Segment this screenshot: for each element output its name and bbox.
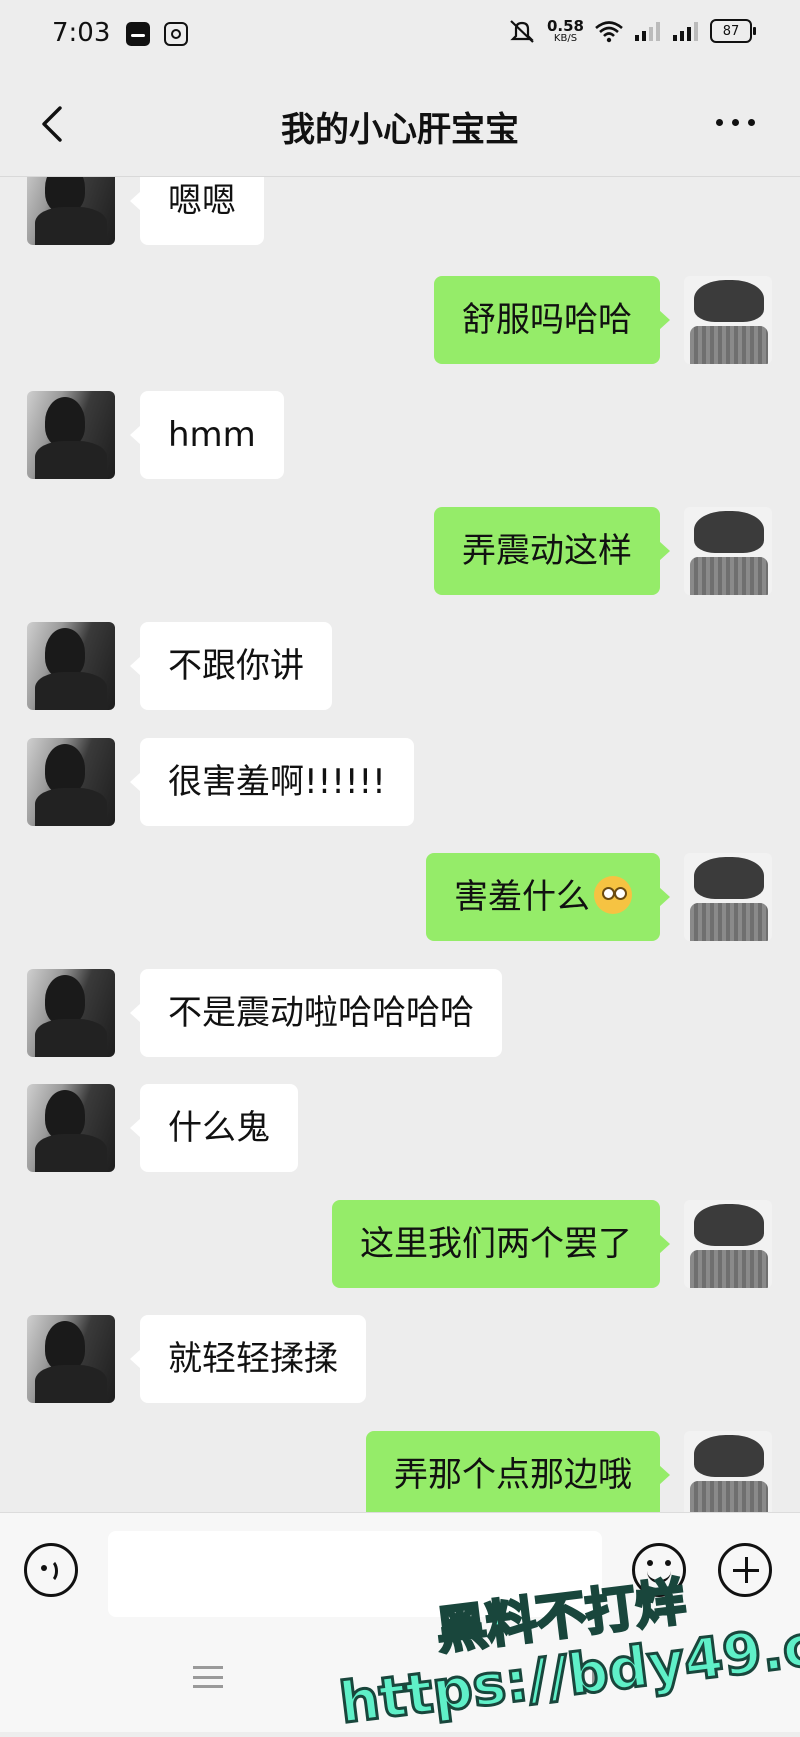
network-speed-unit: KB/S xyxy=(553,32,578,44)
message-list[interactable]: 嗯嗯 舒服吗哈哈 hmm 弄震动这样 不跟你讲 很害羞啊!!!!!! 害羞什么 … xyxy=(0,177,800,1512)
my-avatar[interactable] xyxy=(684,1431,772,1512)
contact-avatar[interactable] xyxy=(27,969,115,1057)
my-avatar[interactable] xyxy=(684,276,772,364)
sent-message-bubble[interactable]: 害羞什么 xyxy=(426,853,670,941)
contact-avatar[interactable] xyxy=(27,1084,115,1172)
status-bar: 7:03 0.58 KB/S 87 xyxy=(0,0,800,72)
received-message-bubble[interactable]: 不是震动啦哈哈哈哈 xyxy=(130,969,502,1057)
received-message-bubble[interactable]: 不跟你讲 xyxy=(130,622,332,710)
chat-title: 我的小心肝宝宝 xyxy=(281,110,519,150)
mute-bell-icon xyxy=(510,20,534,43)
network-speed: 0.58 KB/S xyxy=(546,16,584,44)
received-message-bubble[interactable]: 什么鬼 xyxy=(130,1084,298,1172)
received-message-bubble[interactable]: 就轻轻揉揉 xyxy=(130,1315,366,1403)
contact-avatar[interactable] xyxy=(27,1315,115,1403)
battery-indicator: 87 xyxy=(710,19,756,43)
plus-icon[interactable] xyxy=(718,1543,772,1597)
sent-message-bubble[interactable]: 这里我们两个罢了 xyxy=(332,1200,670,1288)
received-message-bubble[interactable]: 嗯嗯 xyxy=(130,177,264,245)
menu-icon[interactable] xyxy=(193,1666,223,1688)
flushed-face-emoji-icon xyxy=(594,876,632,914)
signal-icon-1 xyxy=(635,22,660,41)
received-message-bubble[interactable]: 很害羞啊!!!!!! xyxy=(130,738,414,826)
more-options-icon[interactable] xyxy=(716,112,760,132)
contact-avatar[interactable] xyxy=(27,177,115,245)
received-message-bubble[interactable]: hmm xyxy=(130,391,284,479)
voice-input-icon[interactable] xyxy=(24,1543,78,1597)
instagram-icon xyxy=(164,22,188,46)
sent-message-bubble[interactable]: 弄那个点那边哦 xyxy=(366,1431,670,1512)
battery-level: 87 xyxy=(722,23,740,39)
sent-message-bubble[interactable]: 舒服吗哈哈 xyxy=(434,276,670,364)
sent-message-bubble[interactable]: 弄震动这样 xyxy=(434,507,670,595)
status-indicators: 0.58 KB/S 87 xyxy=(507,16,756,44)
signal-icon-2 xyxy=(673,22,698,41)
contact-avatar[interactable] xyxy=(27,391,115,479)
my-avatar[interactable] xyxy=(684,853,772,941)
contact-avatar[interactable] xyxy=(27,622,115,710)
network-speed-value: 0.58 xyxy=(546,16,584,35)
app-notification-icon xyxy=(126,22,150,46)
wifi-icon xyxy=(595,21,623,43)
my-avatar[interactable] xyxy=(684,507,772,595)
sent-message-text: 害羞什么 xyxy=(454,877,590,917)
contact-avatar[interactable] xyxy=(27,738,115,826)
chat-header: 我的小心肝宝宝 xyxy=(0,72,800,177)
status-time: 7:03 xyxy=(52,18,111,48)
my-avatar[interactable] xyxy=(684,1200,772,1288)
